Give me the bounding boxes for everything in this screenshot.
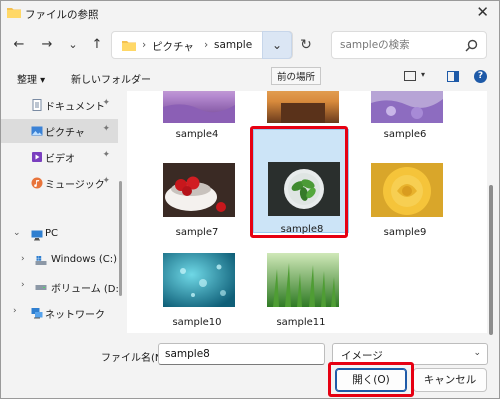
pin-icon: ✦: [102, 98, 110, 108]
forward-arrow-icon[interactable]: →: [37, 34, 57, 56]
file-item[interactable]: sample7: [149, 155, 245, 259]
file-name: sample11: [276, 317, 326, 328]
pin-icon: ✦: [102, 150, 110, 160]
sidebar-item-network[interactable]: › ネットワーク: [1, 301, 118, 325]
search-icon[interactable]: [465, 39, 478, 52]
address-bar[interactable]: › ピクチャ › sample ⌄: [111, 31, 293, 59]
image-thumbnail: [267, 253, 339, 307]
image-thumbnail: [163, 163, 235, 217]
close-icon[interactable]: ✕: [476, 4, 489, 20]
windows-drive-icon: [35, 256, 47, 265]
sidebar-item-music[interactable]: ミュージック ✦: [1, 171, 118, 195]
image-thumbnail: [267, 91, 339, 123]
sidebar-item-drive-d[interactable]: › ボリューム (D:): [1, 275, 121, 299]
file-name: sample4: [175, 129, 219, 140]
chevron-down-icon[interactable]: ⌄: [13, 228, 21, 238]
file-name: sample7: [175, 227, 219, 238]
view-options-icon[interactable]: [404, 71, 416, 81]
breadcrumb-separator: ›: [142, 39, 147, 51]
navigation-pane: ドキュメント ✦ ピクチャ ✦ ビデオ ✦ ミュージック ✦ ⌄ PC › Wi…: [1, 91, 121, 333]
up-arrow-icon[interactable]: ↑: [87, 34, 107, 56]
image-thumbnail: [163, 253, 235, 307]
recent-locations-chevron-icon[interactable]: ⌄: [63, 34, 83, 56]
image-thumbnail: [268, 162, 340, 216]
file-type-value: イメージ: [341, 350, 383, 362]
sidebar-item-documents[interactable]: ドキュメント ✦: [1, 93, 118, 117]
organize-menu[interactable]: 整理 ▾: [17, 71, 45, 86]
breadcrumb-pictures[interactable]: ピクチャ: [152, 39, 194, 54]
cancel-button[interactable]: キャンセル: [413, 368, 487, 392]
chevron-right-icon[interactable]: ›: [21, 254, 25, 264]
pin-icon: ✦: [102, 124, 110, 134]
sidebar-item-label: Windows (C:): [51, 254, 117, 265]
sidebar-item-label: ミュージック: [45, 180, 105, 191]
image-thumbnail: [371, 91, 443, 123]
file-item-selected[interactable]: sample8: [253, 129, 349, 235]
file-name: sample8: [280, 224, 324, 235]
sidebar-item-label: ボリューム (D:): [51, 284, 121, 295]
file-item[interactable]: sample6: [357, 91, 453, 165]
tooltip: 前の場所: [271, 67, 322, 85]
sidebar-item-label: ドキュメント: [45, 102, 105, 113]
chevron-right-icon[interactable]: ›: [21, 280, 25, 290]
sidebar-item-label: ビデオ: [45, 154, 75, 165]
sidebar-item-label: PC: [45, 228, 59, 239]
sidebar-item-videos[interactable]: ビデオ ✦: [1, 145, 118, 169]
network-icon: [31, 308, 43, 319]
chevron-down-icon[interactable]: ▾: [421, 70, 425, 79]
search-box[interactable]: [331, 31, 487, 59]
navigation-bar: ← → ⌄ ↑ › ピクチャ › sample ⌄ ↻: [1, 28, 499, 62]
help-icon[interactable]: ?: [474, 70, 487, 83]
document-icon: [32, 99, 42, 111]
file-item[interactable]: sample10: [149, 245, 245, 333]
breadcrumb-separator: ›: [204, 39, 209, 51]
image-thumbnail: [371, 163, 443, 217]
file-list: sample4 sample5 sample6: [127, 91, 487, 333]
chevron-right-icon[interactable]: ›: [13, 306, 17, 316]
breadcrumb-sample[interactable]: sample: [214, 39, 252, 51]
address-dropdown-chevron-icon[interactable]: ⌄: [262, 31, 292, 59]
window-title: ファイルの参照: [25, 9, 99, 21]
sidebar-item-pictures[interactable]: ピクチャ ✦: [1, 119, 118, 143]
chevron-down-icon: ⌄: [473, 348, 481, 358]
image-thumbnail: [163, 91, 235, 123]
file-name: sample10: [172, 317, 222, 328]
sidebar-item-drive-c[interactable]: › Windows (C:): [1, 249, 118, 273]
sidebar-item-label: ネットワーク: [45, 310, 105, 321]
file-item[interactable]: sample11: [253, 245, 349, 333]
pin-icon: ✦: [102, 176, 110, 186]
back-arrow-icon[interactable]: ←: [9, 34, 29, 56]
refresh-icon[interactable]: ↻: [296, 35, 316, 55]
file-list-scrollbar[interactable]: [489, 185, 493, 335]
file-item[interactable]: sample9: [357, 155, 453, 259]
folder-icon: [122, 41, 136, 51]
folder-icon: [7, 8, 21, 18]
drive-icon: [35, 285, 47, 290]
preview-pane-icon[interactable]: [447, 71, 459, 82]
open-button[interactable]: 開く(O): [335, 368, 407, 392]
search-input[interactable]: [340, 37, 460, 53]
file-item[interactable]: sample4: [149, 91, 245, 165]
new-folder-button[interactable]: 新しいフォルダー: [71, 71, 151, 86]
music-icon: [31, 177, 43, 189]
file-name: sample6: [383, 129, 427, 140]
video-icon: [32, 152, 42, 162]
computer-icon: [31, 230, 43, 241]
title-bar: ファイルの参照 ✕: [1, 1, 499, 27]
file-type-select[interactable]: イメージ ⌄: [332, 343, 488, 365]
file-name: sample9: [383, 227, 427, 238]
pictures-icon: [31, 126, 43, 136]
filename-input[interactable]: [158, 343, 325, 365]
sidebar-scrollbar[interactable]: [119, 181, 122, 296]
sidebar-item-pc[interactable]: ⌄ PC: [1, 223, 118, 247]
file-open-dialog: ファイルの参照 ✕ ← → ⌄ ↑ › ピクチャ › sample ⌄ ↻ sa…: [0, 0, 500, 399]
sidebar-item-label: ピクチャ: [45, 128, 85, 139]
